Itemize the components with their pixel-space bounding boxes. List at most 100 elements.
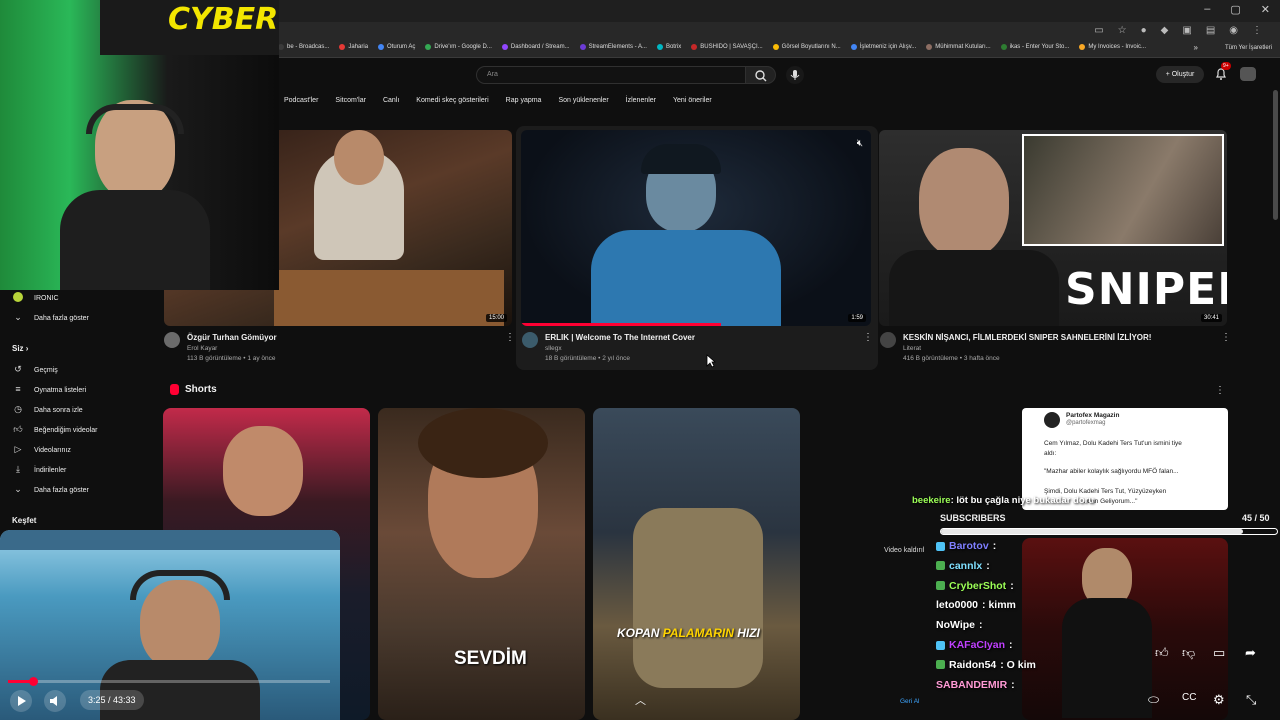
bookmark-item[interactable]: Mühimmat Kutuları... [926,44,991,50]
filter-chip[interactable]: Yeni öneriler [673,97,712,104]
share-icon[interactable]: ➦ [1245,645,1256,661]
bookmark-item[interactable]: Drive'ım - Google D... [425,44,492,50]
sidebar-item-ironic[interactable]: IRONIC [12,292,59,304]
more-bookmarks-button[interactable]: » [1194,43,1198,52]
you-heading-label: Siz [12,344,24,353]
sidebar-item-your-videos[interactable]: ▷ Videolarınız [12,444,71,456]
chat-message: : [1009,639,1013,651]
window-controls: – ▢ ✕ [1204,3,1270,16]
filter-chip[interactable]: Rap yapma [506,97,542,104]
chevron-down-icon: ⌄ [14,312,22,322]
video-thumbnail-2[interactable]: 🔇︎ 1:59 [521,130,871,326]
more-options-icon[interactable]: ⋮ [505,332,515,343]
minimize-button[interactable]: – [1204,3,1210,16]
puzzle-icon[interactable]: ▣ [1182,25,1191,36]
sidebar-item-label: Geçmiş [34,366,58,374]
profile-icon[interactable]: ◉ [1229,25,1238,36]
channel-name[interactable]: Literat [903,345,921,352]
bookmark-item[interactable]: StreamElements - A... [579,44,647,50]
channel-name[interactable]: sllegx [545,345,562,352]
sidebar-show-more[interactable]: ⌄ Daha fazla göster [12,312,89,324]
sidebar-item-watch-later[interactable]: ◷ Daha sonra izle [12,404,83,416]
exit-fullscreen-icon[interactable]: ⤡ [1246,692,1256,708]
star-icon[interactable]: ☆ [1118,25,1127,36]
maximize-button[interactable]: ▢ [1230,3,1240,16]
sidebar-item-downloads[interactable]: ⤓ İndirilenler [12,464,66,476]
page-scrollbar[interactable] [1273,90,1278,220]
bookmark-item[interactable]: BUSHIDO | SAVAŞÇI... [691,44,763,50]
shorts-more-options-icon[interactable]: ⋮ [1215,385,1225,396]
bookmark-favicon-icon [691,44,698,50]
bookmark-item[interactable]: be - Broadcas... [278,44,329,50]
more-options-icon[interactable]: ⋮ [863,332,873,343]
bookmark-item[interactable]: Jaharia [339,44,368,50]
sidebar-icon[interactable]: ▤ [1206,25,1215,36]
like-icon[interactable]: 👍︎ [1155,645,1169,661]
search-button[interactable] [746,66,776,84]
chat-message-line: Raidon54: O kim [936,659,1036,671]
captions-icon[interactable]: CC [1182,692,1196,703]
video-title[interactable]: KESKİN NİŞANCI, FİLMLERDEKİ SNIPER SAHNE… [903,333,1151,342]
bookmark-item[interactable]: My Invoices - Invoic... [1079,44,1146,50]
seek-bar[interactable] [8,677,330,686]
video-thumbnail-3[interactable]: SNIPER 30:41 [879,130,1227,326]
filter-chip[interactable]: Canlı [383,97,399,104]
short-3[interactable]: KOPAN PALAMARIN HIZI ︿ [593,408,800,720]
comment-icon[interactable]: ▭ [1213,645,1225,661]
video-meta: 416 B görüntüleme • 3 hafta önce [903,355,1000,362]
filter-chip[interactable]: Sitcom'lar [335,97,366,104]
undo-link[interactable]: Geri Al [900,698,920,705]
sidebar-show-more-2[interactable]: ⌄ Daha fazla göster [12,484,89,496]
chevron-down-icon: ⌄ [14,484,22,494]
sidebar-you-heading[interactable]: Siz › [12,344,28,353]
account-avatar[interactable] [1240,67,1256,81]
subs-goal: / 50 [1254,513,1270,523]
sidebar-item-history[interactable]: ↺ Geçmiş [12,364,58,376]
bookmark-item[interactable]: Oturum Aç [378,44,415,50]
extension-a-icon[interactable]: ● [1141,25,1147,36]
toggle-icon[interactable]: ⬭ [1148,692,1159,708]
bookmark-item[interactable]: Görsel Boyutlarını N... [772,44,841,50]
short-4[interactable] [1022,538,1228,720]
bookmark-item[interactable]: Dashboard / Stream... [501,44,570,50]
bookmark-label: StreamElements - A... [588,44,647,50]
channel-avatar[interactable] [164,332,180,348]
bookmark-item[interactable]: ikas - Enter Your Sto... [1000,44,1070,50]
voice-search-button[interactable] [786,66,804,84]
filter-chip[interactable]: Komedi skeç gösterileri [416,97,488,104]
bookmark-item[interactable]: Botrix [656,44,681,50]
all-bookmarks-folder[interactable]: Tüm Yer İşaretleri [1225,45,1272,51]
filter-chip[interactable]: Podcast'ler [284,97,318,104]
search-input[interactable]: Ara [476,66,746,84]
bookmark-item[interactable]: İşletmeniz için Alışv... [850,44,916,50]
video-title[interactable]: ERLIK | Welcome To The Internet Cover [545,333,695,342]
dislike-icon[interactable]: 👎︎ [1182,645,1195,661]
cast-icon[interactable]: ▭ [1094,25,1103,36]
volume-button[interactable] [44,690,66,712]
mute-icon[interactable]: 🔇︎ [857,138,863,149]
seek-handle[interactable] [29,677,39,686]
chat-message-line: CryberShot: [936,580,1014,592]
bookmark-label: ikas - Enter Your Sto... [1009,44,1070,50]
short-2[interactable]: SEVDİM [378,408,585,720]
chevron-up-icon[interactable]: ︿ [635,692,646,708]
channel-avatar[interactable] [522,332,538,348]
chat-badge-icon [936,581,945,591]
more-options-icon[interactable]: ⋮ [1221,332,1231,343]
play-button[interactable] [10,690,32,712]
filter-chip[interactable]: Son yüklenenler [558,97,608,104]
extension-b-icon[interactable]: ◆ [1161,25,1169,36]
chat-message: : O kim [1000,658,1036,671]
notification-badge: 9+ [1221,62,1231,70]
filter-chip[interactable]: İzlenenler [626,97,656,104]
channel-name[interactable]: Erol Kayar [187,345,217,352]
channel-avatar[interactable] [880,332,896,348]
sidebar-item-liked[interactable]: 👍︎ Beğendiğim videolar [12,424,97,436]
video-title[interactable]: Özgür Turhan Gömüyor [187,333,277,342]
subs-current: 45 [1242,513,1253,523]
create-button[interactable]: + Oluştur [1156,66,1204,83]
close-button[interactable]: ✕ [1261,3,1270,16]
sidebar-item-playlists[interactable]: ≡ Oynatma listeleri [12,384,86,396]
settings-icon[interactable]: ⚙ [1213,692,1225,708]
menu-icon[interactable]: ⋮ [1252,25,1262,36]
